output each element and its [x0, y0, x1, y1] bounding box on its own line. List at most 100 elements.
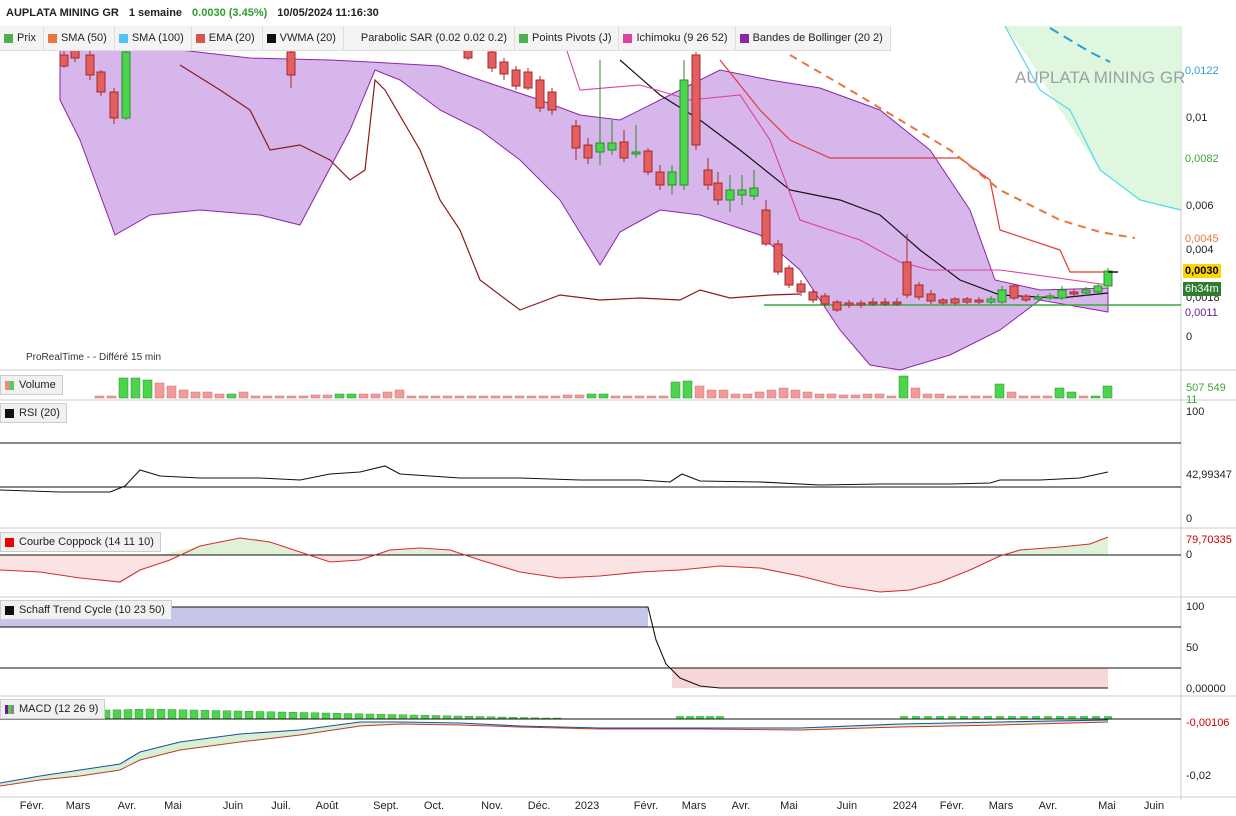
candle	[511, 69, 521, 87]
legend-label: Points Pivots (J)	[532, 32, 612, 44]
candle	[773, 243, 783, 273]
candle	[997, 289, 1007, 303]
volume-bar	[118, 377, 129, 399]
volume-bar	[610, 395, 621, 399]
volume-bar	[262, 395, 273, 399]
time-axis-label: Févr.	[19, 800, 45, 812]
candle	[950, 298, 960, 304]
candle	[868, 301, 878, 305]
candle	[832, 301, 842, 311]
legend-item[interactable]: Parabolic SAR (0.02 0.02 0.2)	[344, 26, 516, 50]
volume-bar	[166, 385, 177, 399]
candle	[820, 295, 830, 305]
macd-histogram-bar	[321, 712, 331, 720]
candle	[631, 151, 641, 155]
volume-bar	[970, 395, 981, 399]
macd-histogram-bar	[222, 710, 232, 720]
bollinger-band	[59, 29, 1109, 371]
volume-bar	[130, 377, 141, 399]
candle	[619, 141, 629, 159]
macd-histogram-bar	[376, 714, 386, 720]
candle	[737, 189, 747, 196]
volume-icon	[5, 380, 14, 390]
macd-histogram-bar	[266, 711, 276, 720]
coppock-label: Courbe Coppock (14 11 10)	[19, 536, 154, 548]
volume-bar	[850, 394, 861, 399]
macd-histogram-bar	[387, 714, 397, 720]
schaff-panel-label[interactable]: Schaff Trend Cycle (10 23 50)	[0, 600, 172, 620]
volume-bar	[658, 395, 669, 399]
candle	[986, 298, 996, 303]
candle	[1081, 289, 1091, 294]
candle	[595, 142, 605, 153]
volume-bar	[1054, 387, 1065, 399]
legend-item[interactable]: Prix	[0, 26, 44, 50]
rsi-tick: 100	[1186, 406, 1205, 418]
candle	[499, 61, 509, 75]
volume-bar	[778, 387, 789, 399]
volume-bar	[142, 379, 153, 399]
volume-bar	[394, 389, 405, 399]
volume-bar	[670, 381, 681, 399]
time-axis-label: Août	[315, 800, 339, 812]
legend-item[interactable]: SMA (50)	[44, 26, 115, 50]
volume-bar	[1078, 395, 1089, 399]
schaff-icon	[5, 605, 14, 615]
macd-histogram-bar	[299, 712, 309, 720]
legend-item[interactable]: Points Pivots (J)	[515, 26, 620, 50]
volume-bar	[1006, 391, 1017, 399]
volume-bar	[958, 395, 969, 399]
legend-swatch-icon	[623, 33, 633, 43]
legend-item[interactable]: EMA (20)	[192, 26, 263, 50]
candle	[59, 54, 69, 67]
candle	[547, 91, 557, 111]
legend-item[interactable]: SMA (100)	[115, 26, 192, 50]
volume-bar	[562, 394, 573, 399]
volume-bar	[814, 393, 825, 399]
volume-bar	[358, 393, 369, 399]
coppock-panel-label[interactable]: Courbe Coppock (14 11 10)	[0, 532, 161, 552]
legend-item[interactable]: Ichimoku (9 26 52)	[619, 26, 736, 50]
legend-item[interactable]: VWMA (20)	[263, 26, 344, 50]
volume-bar	[1066, 391, 1077, 399]
volume-bar	[862, 393, 873, 399]
volume-bar	[190, 391, 201, 399]
volume-bar	[1102, 385, 1113, 399]
rsi-panel-label[interactable]: RSI (20)	[0, 403, 67, 423]
volume-value: 507 549 11	[1186, 382, 1226, 406]
candle	[1069, 291, 1079, 295]
macd-histogram-bar	[244, 711, 254, 720]
macd-histogram-bar	[354, 713, 364, 720]
macd-histogram-bar	[145, 708, 155, 720]
schaff-low-zone	[672, 668, 1108, 688]
time-axis-label: Sept.	[373, 800, 399, 812]
candle	[643, 150, 653, 173]
macd-histogram-bar	[431, 715, 441, 720]
volume-bar	[418, 395, 429, 399]
candle	[583, 144, 593, 159]
volume-bar	[1018, 395, 1029, 399]
legend-label: Parabolic SAR (0.02 0.02 0.2)	[360, 32, 508, 44]
macd-panel-label[interactable]: MACD (12 26 9)	[0, 699, 106, 719]
candle	[286, 51, 296, 76]
timeframe[interactable]: 1 semaine	[129, 7, 182, 19]
candle	[70, 49, 80, 59]
volume-bar	[466, 395, 477, 399]
legend-label: SMA (100)	[131, 32, 184, 44]
coppock-positive-area	[1000, 537, 1108, 555]
volume-bar	[790, 389, 801, 399]
time-axis-label: Oct.	[423, 800, 445, 812]
time-axis-label: Mars	[681, 800, 707, 812]
volume-panel-label[interactable]: Volume	[0, 375, 63, 395]
macd-histogram-bar	[123, 709, 133, 720]
volume-bar	[286, 395, 297, 399]
volume-bar	[934, 393, 945, 399]
ichimoku-badge: 0,0082	[1185, 153, 1219, 165]
volume-bar	[334, 393, 345, 399]
chart-canvas[interactable]	[0, 0, 1236, 816]
legend-item[interactable]: Bandes de Bollinger (20 2)	[736, 26, 891, 50]
legend-swatch-icon	[118, 33, 128, 43]
volume-bar	[946, 395, 957, 399]
candle	[655, 171, 665, 186]
candle	[856, 302, 866, 306]
